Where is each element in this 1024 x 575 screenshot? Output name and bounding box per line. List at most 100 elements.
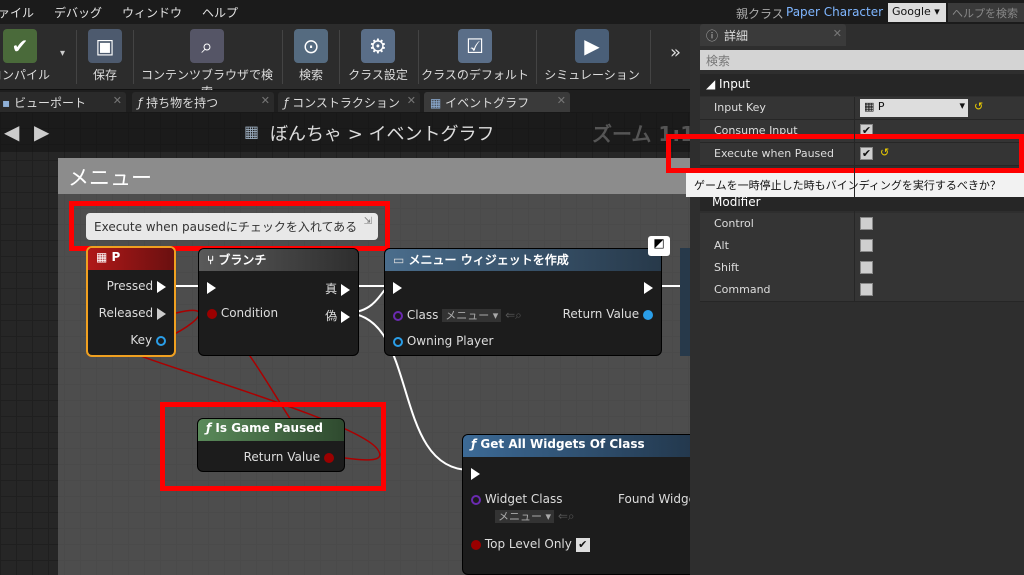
details-tab[interactable]: ⓘ 詳細 ✕ [700,24,846,46]
exec-pin-icon [471,467,480,480]
top-level-label: Top Level Only [484,537,572,551]
key-node-title: P [111,250,121,264]
highlight-box [160,402,386,491]
released-pin[interactable]: Released [99,306,166,320]
highlight-box [69,201,390,251]
modifier-section-label: Modifier [712,197,761,209]
false-pin[interactable]: 偽 [325,307,350,324]
exec-pin-icon [157,280,166,293]
branch-header: ⑂ ブランチ [199,249,358,271]
highlight-box [666,134,1024,173]
widget-class-select-row: メニュー ▾ ⇐⌕ [495,508,575,524]
details-icon: ⓘ [706,29,719,43]
input-key-select[interactable]: ▦ P ▾ [860,99,968,117]
reset-arrow-icon[interactable]: ↺ [974,100,983,113]
widget-class-select[interactable]: メニュー ▾ [495,510,555,523]
create-widget-node[interactable]: ▭ メニュー ウィジェットを作成 Class メニュー ▾ ⇐⌕ Owning … [384,248,662,356]
branch-node[interactable]: ⑂ ブランチ Condition 真 偽 [198,248,359,356]
exec-pin-icon [207,281,216,294]
create-return-label: Return Value [562,307,640,321]
found-widgets-pin[interactable]: Found Widget [618,492,701,506]
object-pin-icon [393,336,403,347]
keyboard-icon: ▦ [96,250,108,264]
branch-exec-in[interactable] [207,280,216,294]
exec-pin-icon [393,281,402,294]
input-section-header[interactable]: ◢ Input [700,74,1024,96]
close-icon[interactable]: ✕ [833,27,842,40]
widget-class-pin[interactable]: Widget Class [471,492,562,506]
input-key-label: Input Key [714,101,766,114]
key-node-header: ▦ P [88,248,174,270]
control-checkbox[interactable] [860,217,873,230]
object-pin-icon [643,309,653,320]
server-only-icon: ◩ [648,236,670,256]
shift-label: Shift [714,261,740,274]
key-label: Key [130,333,153,347]
class-pin-icon [393,310,403,321]
widget-icon: ▭ [393,253,405,267]
owning-label: Owning Player [406,334,494,348]
command-checkbox[interactable] [860,283,873,296]
input-key-row: Input Key ▦ P ▾ ↺ [700,97,1024,120]
get-all-widgets-node[interactable]: ƒ Get All Widgets Of Class Widget Class … [462,434,702,575]
key-pin[interactable]: Key [130,333,166,347]
control-label: Control [714,217,754,230]
false-label: 偽 [325,309,338,323]
alt-checkbox[interactable] [860,239,873,252]
search-engine-value: Google [892,5,931,18]
create-exec-out[interactable] [644,280,653,294]
browse-arrow-icon[interactable]: ⇐⌕ [558,509,575,523]
found-widgets-label: Found Widget [618,492,701,506]
bool-pin-icon [471,539,481,550]
class-select[interactable]: メニュー ▾ [442,309,502,322]
key-event-node[interactable]: ▦ P Pressed Released Key [86,246,176,357]
input-section-label: Input [719,77,751,91]
create-return-pin[interactable]: Return Value [563,307,653,321]
top-level-pin[interactable]: Top Level Only ✔ [471,537,590,552]
create-widget-title: メニュー ウィジェットを作成 [408,253,569,267]
column-divider[interactable] [854,97,855,302]
top-level-checkbox[interactable]: ✔ [575,537,590,552]
true-pin[interactable]: 真 [325,280,350,297]
get-widgets-title: Get All Widgets Of Class [480,437,645,451]
input-key-value: P [877,100,885,113]
class-label: Class [406,308,439,322]
exec-pin-icon [644,281,653,294]
condition-label: Condition [220,306,279,320]
class-pin-icon [471,494,481,505]
released-label: Released [98,306,154,320]
modifier-section-header[interactable]: Modifier [700,197,1024,211]
get-widgets-exec-in[interactable] [471,466,480,480]
widget-class-value: メニュー [498,510,542,523]
get-widgets-header: ƒ Get All Widgets Of Class [463,435,701,457]
shift-checkbox[interactable] [860,261,873,274]
create-widget-header: ▭ メニュー ウィジェットを作成 [385,249,661,271]
class-pin[interactable]: Class メニュー ▾ ⇐⌕ [393,307,522,323]
details-search-input[interactable]: 検索 [700,50,1024,70]
pressed-label: Pressed [106,279,154,293]
exec-pin-icon [157,307,166,320]
owning-player-pin[interactable]: Owning Player [393,334,493,348]
shift-row: Shift [700,257,1024,280]
command-label: Command [714,283,771,296]
struct-pin-icon [156,335,166,346]
parent-class-link[interactable]: Paper Character [786,5,883,19]
browse-arrow-icon[interactable]: ⇐⌕ [505,308,522,322]
widget-class-label: Widget Class [484,492,563,506]
condition-pin[interactable]: Condition [207,306,278,320]
alt-row: Alt [700,235,1024,258]
chevron-down-icon: ▾ [959,99,965,112]
details-title: 詳細 [724,29,749,43]
offscreen-node [680,248,690,356]
pressed-pin[interactable]: Pressed [107,279,166,293]
class-value: メニュー [445,309,490,322]
command-row: Command [700,279,1024,302]
alt-label: Alt [714,239,729,252]
title-bar: 親クラス Paper Character Google ▾ ヘルプを検索 [700,0,1024,24]
branch-icon: ⑂ [207,253,215,267]
function-icon: ƒ [471,437,477,451]
search-engine-select[interactable]: Google ▾ [888,3,946,22]
create-exec-in[interactable] [393,280,402,294]
help-search-input[interactable]: ヘルプを検索 [948,3,1024,22]
exec-pin-icon [341,283,350,296]
